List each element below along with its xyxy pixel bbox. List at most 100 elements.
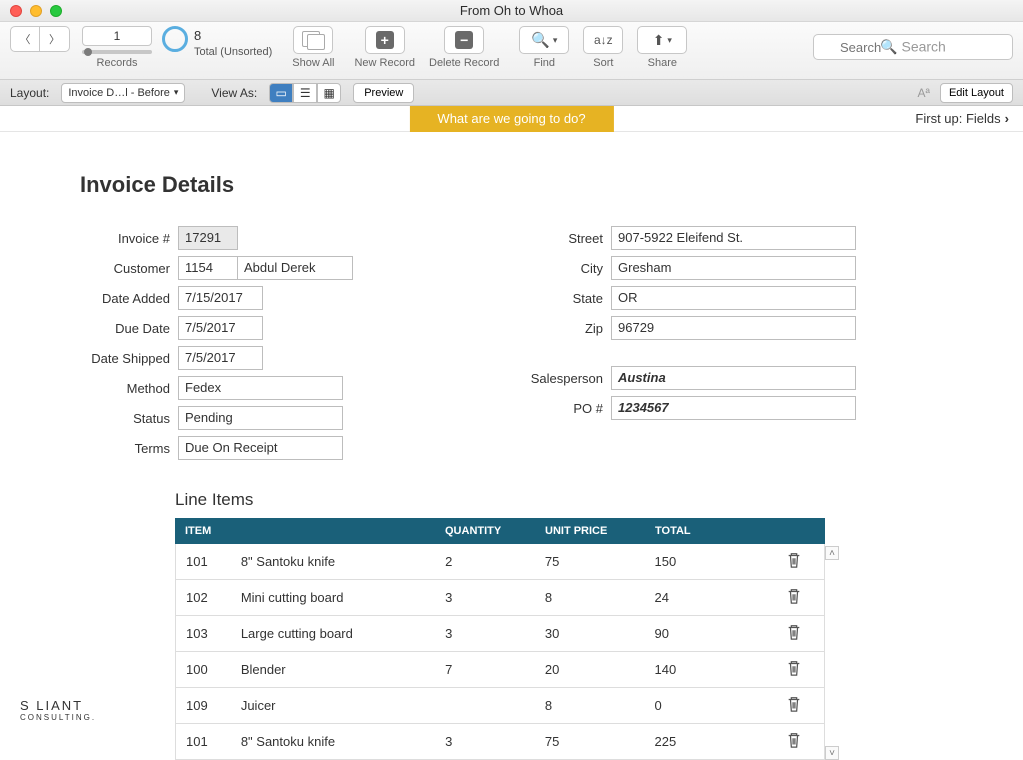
scroll-down-icon[interactable]: ˅ xyxy=(825,746,839,760)
item-name-cell: 8" Santoku knife xyxy=(241,734,445,749)
due-date-field[interactable]: 7/5/2017 xyxy=(178,316,263,340)
find-button[interactable]: 🔍 ▾ xyxy=(519,26,569,54)
col-item-header: ITEM xyxy=(185,525,445,537)
show-all-label: Show All xyxy=(292,57,334,69)
item-id-cell: 100 xyxy=(186,662,241,677)
item-id-cell: 101 xyxy=(186,554,241,569)
customer-id-field[interactable]: 1154 xyxy=(178,256,238,280)
edit-layout-button[interactable]: Edit Layout xyxy=(940,83,1013,103)
invoice-no-label: Invoice # xyxy=(80,231,170,246)
share-button[interactable]: ⬆ ▾ xyxy=(637,26,687,54)
banner-next-link[interactable]: First up: Fields › xyxy=(915,111,1023,126)
date-added-field[interactable]: 7/15/2017 xyxy=(178,286,263,310)
show-all-button[interactable] xyxy=(293,26,333,54)
item-id-cell: 102 xyxy=(186,590,241,605)
new-record-label: New Record xyxy=(354,57,415,69)
new-record-button[interactable]: + xyxy=(365,26,405,54)
item-unit-cell: 8 xyxy=(545,590,655,605)
banner-message: What are we going to do? xyxy=(409,106,613,132)
method-label: Method xyxy=(80,381,170,396)
table-scrollbar[interactable]: ˄ ˅ xyxy=(825,546,841,760)
line-items-table: ITEM QUANTITY UNIT PRICE TOTAL 1018" San… xyxy=(175,518,825,760)
status-label: Status xyxy=(80,411,170,426)
item-unit-cell: 75 xyxy=(545,554,655,569)
item-total-cell: 0 xyxy=(655,698,775,713)
delete-row-button[interactable] xyxy=(774,731,814,752)
table-row[interactable]: 1018" Santoku knife275150 xyxy=(176,544,824,580)
item-id-cell: 109 xyxy=(186,698,241,713)
layout-dropdown[interactable]: Invoice D…l - Before▾ xyxy=(61,83,185,103)
city-field[interactable]: Gresham xyxy=(611,256,856,280)
chevron-right-icon: › xyxy=(1005,111,1009,126)
line-items-title: Line Items xyxy=(175,490,1023,510)
invoice-no-field: 17291 xyxy=(178,226,238,250)
delete-row-button[interactable] xyxy=(774,587,814,608)
trash-icon xyxy=(786,593,802,608)
item-total-cell: 90 xyxy=(655,626,775,641)
record-index[interactable]: 1 xyxy=(82,26,152,46)
record-pie-icon xyxy=(162,26,188,52)
col-qty-header: QUANTITY xyxy=(445,525,545,537)
date-added-label: Date Added xyxy=(80,291,170,306)
viewas-label: View As: xyxy=(211,86,257,100)
preview-button[interactable]: Preview xyxy=(353,83,414,103)
titlebar: From Oh to Whoa xyxy=(0,0,1023,22)
delete-record-label: Delete Record xyxy=(429,57,499,69)
terms-label: Terms xyxy=(80,441,170,456)
prev-record-button[interactable]: 〈 xyxy=(10,26,40,52)
delete-row-button[interactable] xyxy=(774,659,814,680)
delete-row-button[interactable] xyxy=(774,695,814,716)
table-row[interactable]: 100Blender720140 xyxy=(176,652,824,688)
statusbar: Layout: Invoice D…l - Before▾ View As: ▭… xyxy=(0,80,1023,106)
item-name-cell: Juicer xyxy=(241,698,445,713)
date-shipped-field[interactable]: 7/5/2017 xyxy=(178,346,263,370)
street-field[interactable]: 907-5922 Eleifend St. xyxy=(611,226,856,250)
po-field[interactable]: 1234567 xyxy=(611,396,856,420)
item-qty-cell: 3 xyxy=(445,734,545,749)
table-row[interactable]: 103Large cutting board33090 xyxy=(176,616,824,652)
table-header: ITEM QUANTITY UNIT PRICE TOTAL xyxy=(175,518,825,544)
record-slider[interactable] xyxy=(82,50,152,54)
salesperson-field[interactable]: Austina xyxy=(611,366,856,390)
search-input[interactable] xyxy=(813,34,1013,60)
trash-icon xyxy=(786,557,802,572)
page-title: Invoice Details xyxy=(80,172,1023,198)
item-name-cell: Mini cutting board xyxy=(241,590,445,605)
delete-record-button[interactable]: − xyxy=(444,26,484,54)
customer-label: Customer xyxy=(80,261,170,276)
view-list-button[interactable]: ☰ xyxy=(293,83,317,103)
zip-field[interactable]: 96729 xyxy=(611,316,856,340)
banner: What are we going to do? First up: Field… xyxy=(0,106,1023,132)
view-table-button[interactable]: ▦ xyxy=(317,83,341,103)
table-row[interactable]: 109Juicer80 xyxy=(176,688,824,724)
customer-name-field[interactable]: Abdul Derek xyxy=(238,256,353,280)
po-label: PO # xyxy=(513,401,603,416)
trash-icon xyxy=(786,737,802,752)
soliant-logo: S LIANT CONSULTING. xyxy=(20,698,96,722)
terms-field[interactable]: Due On Receipt xyxy=(178,436,343,460)
table-row[interactable]: 1018" Santoku knife375225 xyxy=(176,724,824,760)
state-field[interactable]: OR xyxy=(611,286,856,310)
scroll-up-icon[interactable]: ˄ xyxy=(825,546,839,560)
city-label: City xyxy=(513,261,603,276)
next-record-button[interactable]: 〉 xyxy=(40,26,70,52)
table-row[interactable]: 102Mini cutting board3824 xyxy=(176,580,824,616)
method-field[interactable]: Fedex xyxy=(178,376,343,400)
text-format-button[interactable]: Aª xyxy=(918,86,930,100)
sort-button[interactable]: a↓z xyxy=(583,26,623,54)
left-form-column: Invoice # 17291 Customer 1154 Abdul Dere… xyxy=(80,226,353,466)
trash-icon xyxy=(786,665,802,680)
record-count-text: 8 Total (Unsorted) xyxy=(194,28,272,59)
delete-row-button[interactable] xyxy=(774,551,814,572)
share-label: Share xyxy=(648,57,677,69)
item-name-cell: 8" Santoku knife xyxy=(241,554,445,569)
delete-row-button[interactable] xyxy=(774,623,814,644)
item-total-cell: 225 xyxy=(655,734,775,749)
view-form-button[interactable]: ▭ xyxy=(269,83,293,103)
trash-icon xyxy=(786,629,802,644)
content: Invoice Details Invoice # 17291 Customer… xyxy=(0,132,1023,760)
sort-label: Sort xyxy=(593,57,613,69)
status-field[interactable]: Pending xyxy=(178,406,343,430)
state-label: State xyxy=(513,291,603,306)
item-total-cell: 24 xyxy=(655,590,775,605)
